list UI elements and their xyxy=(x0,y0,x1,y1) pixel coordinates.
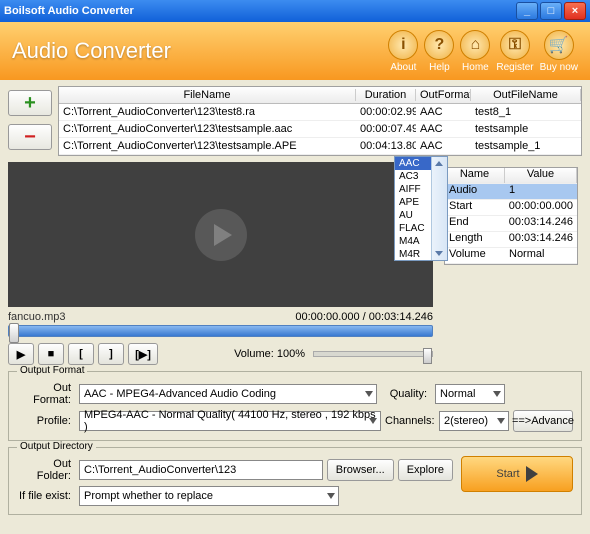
buynow-button[interactable]: 🛒Buy now xyxy=(540,30,578,73)
window-title: Boilsoft Audio Converter xyxy=(4,5,134,17)
stop-button[interactable]: ■ xyxy=(38,343,64,365)
if-file-exist-combo[interactable]: Prompt whether to replace xyxy=(79,486,339,506)
about-button[interactable]: iAbout xyxy=(388,30,418,73)
table-row[interactable]: C:\Torrent_AudioConverter\123\test8.ra00… xyxy=(59,104,581,121)
outformat-dropdown[interactable]: AAC AC3 AIFF APE AU FLAC M4A M4R MKA MP2 xyxy=(394,156,448,261)
out-format-combo[interactable]: AAC - MPEG4-Advanced Audio Coding xyxy=(79,384,377,404)
close-button[interactable]: × xyxy=(564,2,586,20)
channels-combo[interactable]: 2(stereo) xyxy=(439,411,509,431)
header: Audio Converter iAbout ?Help ⌂Home ⚿Regi… xyxy=(0,22,590,80)
key-icon: ⚿ xyxy=(500,30,530,60)
file-table[interactable]: FileName Duration OutFormat OutFileName … xyxy=(58,86,582,156)
out-folder-input[interactable]: C:\Torrent_AudioConverter\123 xyxy=(79,460,323,480)
profile-combo[interactable]: MPEG4-AAC - Normal Quality( 44100 Hz, st… xyxy=(79,411,381,431)
help-button[interactable]: ?Help xyxy=(424,30,454,73)
remove-file-button[interactable]: − xyxy=(8,124,52,150)
home-icon: ⌂ xyxy=(460,30,490,60)
volume-slider[interactable] xyxy=(313,351,433,357)
property-row[interactable]: VolumeNormal xyxy=(445,248,577,264)
home-button[interactable]: ⌂Home xyxy=(460,30,490,73)
explore-button[interactable]: Explore xyxy=(398,459,453,481)
property-row[interactable]: Start00:00:00.000 xyxy=(445,200,577,216)
output-directory-group: Output Directory Out Folder: C:\Torrent_… xyxy=(8,447,582,515)
property-row[interactable]: End00:03:14.246 xyxy=(445,216,577,232)
seek-slider[interactable] xyxy=(8,325,433,337)
property-row[interactable]: Length00:03:14.246 xyxy=(445,232,577,248)
properties-table[interactable]: NameValue Audio1 Start00:00:00.000 End00… xyxy=(444,167,578,265)
app-title: Audio Converter xyxy=(12,38,382,64)
maximize-button[interactable]: □ xyxy=(540,2,562,20)
add-file-button[interactable]: + xyxy=(8,90,52,116)
table-row[interactable]: C:\Torrent_AudioConverter\123\testsample… xyxy=(59,121,581,138)
quality-combo[interactable]: Normal xyxy=(435,384,505,404)
properties-header: NameValue xyxy=(445,168,577,184)
register-button[interactable]: ⚿Register xyxy=(496,30,533,73)
preview-time: 00:00:00.000 / 00:03:14.246 xyxy=(295,311,433,323)
play-icon[interactable] xyxy=(195,209,247,261)
start-button[interactable]: Start xyxy=(461,456,573,492)
info-icon: i xyxy=(388,30,418,60)
preview-area xyxy=(8,162,433,307)
preview-filename: fancuo.mp3 xyxy=(8,311,295,323)
output-format-group: Output Format Out Format: AAC - MPEG4-Ad… xyxy=(8,371,582,441)
dropdown-scrollbar[interactable] xyxy=(431,157,447,260)
mark-in-button[interactable]: [ xyxy=(68,343,94,365)
advance-button[interactable]: ==>Advance xyxy=(513,410,573,432)
mark-out-button[interactable]: ] xyxy=(98,343,124,365)
property-row[interactable]: Audio1 xyxy=(445,184,577,200)
table-row[interactable]: C:\Torrent_AudioConverter\123\testsample… xyxy=(59,138,581,155)
volume-label: Volume: 100% xyxy=(234,348,305,360)
titlebar[interactable]: Boilsoft Audio Converter _ □ × xyxy=(0,0,590,22)
play-button[interactable]: ▶ xyxy=(8,343,34,365)
range-button[interactable]: [▶] xyxy=(128,343,158,365)
cart-icon: 🛒 xyxy=(544,30,574,60)
table-row[interactable]: C:\video1\zj.files\mp3\fancuo.mp300:03:1… xyxy=(59,155,581,156)
table-header: FileName Duration OutFormat OutFileName xyxy=(59,87,581,104)
help-icon: ? xyxy=(424,30,454,60)
minimize-button[interactable]: _ xyxy=(516,2,538,20)
browser-button[interactable]: Browser... xyxy=(327,459,394,481)
